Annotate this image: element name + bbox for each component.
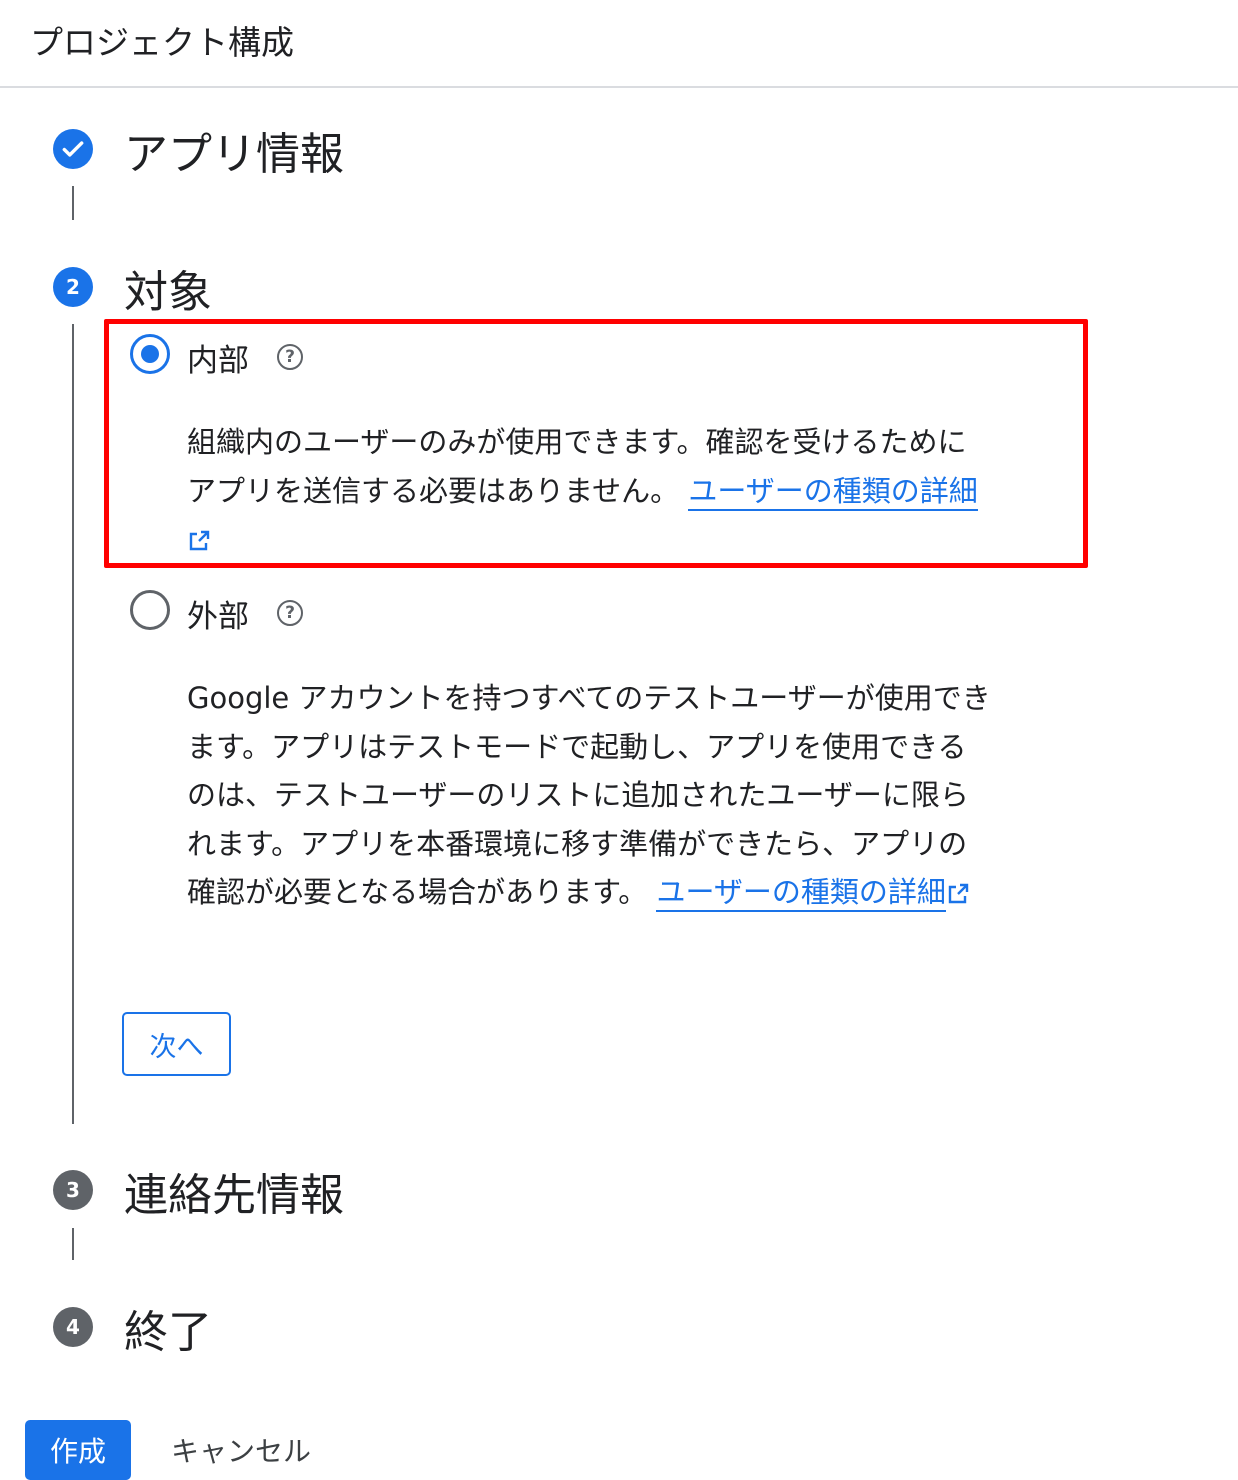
step-3-title[interactable]: 連絡先情報 [124,1159,344,1223]
internal-description-line-2: アプリを送信する必要はありません。 ユーザーの種類の詳細 [187,467,978,516]
step-2-title[interactable]: 対象 [124,256,212,320]
internal-radio[interactable] [130,334,170,374]
external-radio[interactable] [130,590,170,630]
step-connector [72,324,74,1124]
create-button[interactable]: 作成 [25,1420,131,1480]
step-4-number: 4 [53,1307,93,1347]
external-label[interactable]: 外部 [187,591,249,636]
step-connector [72,186,74,220]
open-in-new-icon[interactable] [187,529,211,553]
internal-description-line-1: 組織内のユーザーのみが使用できます。確認を受けるために [187,425,967,459]
step-1-title[interactable]: アプリ情報 [124,118,344,182]
page-title: プロジェクト構成 [30,23,294,62]
internal-label[interactable]: 内部 [187,335,249,380]
user-type-details-link[interactable]: ユーザーの種類の詳細 [688,473,978,511]
cancel-button[interactable]: キャンセル [165,1426,317,1474]
page-header: プロジェクト構成 [0,0,1238,88]
step-3-number: 3 [53,1170,93,1210]
external-description-line-4: れます。アプリを本番環境に移す準備ができたら、アプリの [187,826,968,861]
external-description-line-1: Google アカウントを持つすべてのテストユーザーが使用でき [187,681,991,715]
step-1-check-icon [53,129,93,169]
external-link-row [187,515,978,564]
next-button[interactable]: 次へ [122,1012,231,1076]
check-icon [62,141,84,157]
external-description: Google アカウントを持つすべてのテストユーザーが使用でき ます。アプリはテ… [187,674,991,917]
open-in-new-icon[interactable] [946,882,970,906]
step-connector [72,1228,74,1260]
external-description-line-2: ます。アプリはテストモードで起動し、アプリを使用できる [187,729,967,764]
step-4-title[interactable]: 終了 [124,1296,212,1360]
help-icon[interactable]: ? [277,600,303,626]
external-description-line-3: のは、テストユーザーのリストに追加されたユーザーに限ら [187,778,969,812]
internal-description: 組織内のユーザーのみが使用できます。確認を受けるために アプリを送信する必要はあ… [187,418,978,564]
step-2-number: 2 [53,267,93,307]
user-type-details-link[interactable]: ユーザーの種類の詳細 [656,875,946,912]
help-icon[interactable]: ? [277,344,303,370]
external-description-line-5: 確認が必要となる場合があります。 ユーザーの種類の詳細 [187,868,991,917]
